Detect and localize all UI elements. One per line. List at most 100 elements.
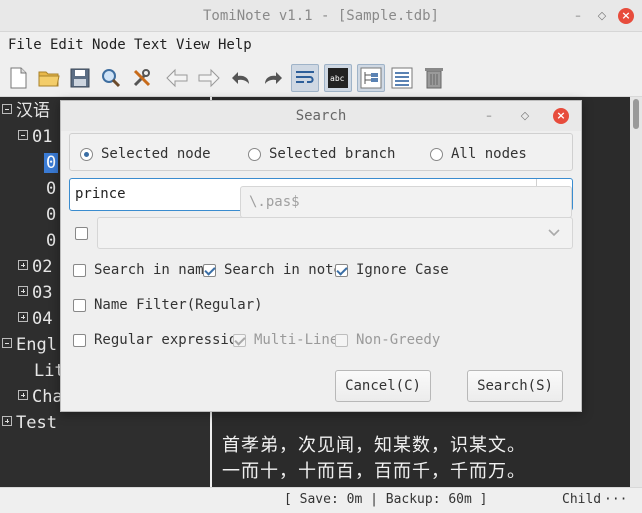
- checkbox-icon[interactable]: [203, 263, 216, 277]
- menu-file[interactable]: File: [8, 37, 42, 53]
- menubar: File Edit Node Text View Help: [0, 32, 642, 58]
- name-filter-input[interactable]: \.pas$: [240, 186, 572, 218]
- tree-item-selected[interactable]: 0: [44, 151, 59, 175]
- tree-item[interactable]: Test: [2, 411, 57, 435]
- checkbox-label: Search in note: [224, 262, 343, 278]
- menu-view[interactable]: View: [176, 37, 210, 53]
- menu-edit[interactable]: Edit: [50, 37, 84, 53]
- forward-arrow-icon[interactable]: [195, 64, 223, 92]
- editor-line: 一而十，十而百，百而千，千而万。: [222, 461, 526, 482]
- tree-item[interactable]: Engl: [2, 333, 57, 357]
- minimize-icon[interactable]: –: [570, 8, 586, 24]
- back-arrow-icon[interactable]: [163, 64, 191, 92]
- restore-icon[interactable]: ◇: [517, 108, 533, 124]
- radio-icon[interactable]: [80, 147, 93, 161]
- tree-item[interactable]: 01: [18, 125, 52, 149]
- tree-item-label: 03: [32, 283, 53, 303]
- tree-item[interactable]: 0: [46, 177, 56, 201]
- tree-item[interactable]: 04: [18, 307, 52, 331]
- collapse-icon[interactable]: [2, 104, 12, 114]
- checkbox-icon[interactable]: [73, 263, 86, 277]
- tree-item[interactable]: 02: [18, 255, 52, 279]
- toolbar: abc: [0, 59, 642, 97]
- checkbox-label: Ignore Case: [356, 262, 449, 278]
- checkbox-icon[interactable]: [75, 227, 88, 240]
- name-filter-placeholder: \.pas$: [249, 194, 300, 210]
- expand-icon[interactable]: [2, 416, 12, 426]
- replace-input[interactable]: [97, 217, 573, 249]
- checkbox-label: Multi-Line: [254, 332, 339, 348]
- expand-icon[interactable]: [18, 260, 28, 270]
- search-in-note-checkbox[interactable]: Search in note: [203, 262, 342, 278]
- regex-checkbox[interactable]: Regular expression: [73, 332, 246, 348]
- scope-label: All nodes: [451, 146, 527, 162]
- expand-icon[interactable]: [18, 286, 28, 296]
- scrollbar-thumb[interactable]: [633, 99, 639, 129]
- checkbox-icon[interactable]: [335, 333, 348, 347]
- radio-icon[interactable]: [248, 147, 261, 161]
- replace-toggle-checkbox[interactable]: [75, 227, 96, 240]
- tree-item-label: Test: [16, 413, 57, 433]
- menu-text[interactable]: Text: [134, 37, 168, 53]
- scope-selected-node[interactable]: Selected node: [80, 146, 211, 162]
- restore-icon[interactable]: ◇: [594, 8, 610, 24]
- node-status: Child: [562, 492, 602, 507]
- menu-help[interactable]: Help: [218, 37, 252, 53]
- expand-icon[interactable]: [18, 312, 28, 322]
- scope-label: Selected branch: [269, 146, 396, 162]
- tree-item-label: 0: [44, 153, 59, 173]
- radio-icon[interactable]: [430, 147, 443, 161]
- tree-item-label: Cha: [32, 387, 63, 407]
- save-icon[interactable]: [66, 64, 94, 92]
- tree-item[interactable]: 0: [46, 203, 56, 227]
- ignore-case-checkbox[interactable]: Ignore Case: [335, 262, 449, 278]
- open-folder-icon[interactable]: [35, 64, 63, 92]
- status-more: ···: [604, 492, 628, 507]
- minimize-icon[interactable]: –: [481, 108, 497, 124]
- tree-item-label: 02: [32, 257, 53, 277]
- search-in-name-checkbox[interactable]: Search in name: [73, 262, 212, 278]
- tree-view-icon[interactable]: [357, 64, 385, 92]
- search-scope-group: Selected node Selected branch All nodes: [69, 133, 573, 171]
- menu-node[interactable]: Node: [92, 37, 126, 53]
- collapse-icon[interactable]: [2, 338, 12, 348]
- checkbox-icon[interactable]: [233, 333, 246, 347]
- tree-item[interactable]: Cha: [18, 385, 63, 409]
- text-preview-icon[interactable]: abc: [324, 64, 352, 92]
- checkbox-icon[interactable]: [73, 333, 86, 347]
- scope-selected-branch[interactable]: Selected branch: [248, 146, 395, 162]
- collapse-icon[interactable]: [18, 130, 28, 140]
- search-icon[interactable]: [97, 64, 125, 92]
- checkbox-icon[interactable]: [73, 298, 86, 312]
- new-file-icon[interactable]: [4, 64, 32, 92]
- tree-item-label: 0: [46, 231, 57, 251]
- recycle-bin-icon[interactable]: [420, 64, 448, 92]
- expand-icon[interactable]: [18, 390, 28, 400]
- tree-item[interactable]: 03: [18, 281, 52, 305]
- multi-line-checkbox[interactable]: Multi-Line: [233, 332, 338, 348]
- scope-all-nodes[interactable]: All nodes: [430, 146, 527, 162]
- search-button[interactable]: Search(S): [467, 370, 563, 402]
- editor-scrollbar[interactable]: [630, 97, 642, 487]
- editor-line: 首孝弟，次见闻，知某数，识某文。: [222, 435, 526, 456]
- checkbox-label: Name Filter(Regular): [94, 297, 263, 313]
- tools-icon[interactable]: [128, 64, 156, 92]
- close-icon[interactable]: ×: [553, 108, 569, 124]
- replace-history-dropdown[interactable]: [536, 218, 572, 248]
- tree-item-label: 01: [32, 127, 53, 147]
- search-text: prince: [75, 186, 126, 202]
- cancel-button[interactable]: Cancel(C): [335, 370, 431, 402]
- redo-icon[interactable]: [259, 64, 287, 92]
- non-greedy-checkbox[interactable]: Non-Greedy: [335, 332, 440, 348]
- checkbox-icon[interactable]: [335, 263, 348, 277]
- undo-icon[interactable]: [227, 64, 255, 92]
- word-wrap-icon[interactable]: [291, 64, 319, 92]
- close-icon[interactable]: ×: [618, 8, 634, 24]
- tree-item[interactable]: 0: [46, 229, 56, 253]
- tree-item[interactable]: 汉语: [2, 99, 50, 123]
- name-filter-checkbox[interactable]: Name Filter(Regular): [73, 297, 263, 313]
- list-view-icon[interactable]: [388, 64, 416, 92]
- search-dialog: Search – ◇ × Selected node Selected bran…: [60, 100, 582, 412]
- tree-item-label: 0: [46, 179, 57, 199]
- window-titlebar: TomiNote v1.1 - [Sample.tdb] – ◇ ×: [0, 0, 642, 32]
